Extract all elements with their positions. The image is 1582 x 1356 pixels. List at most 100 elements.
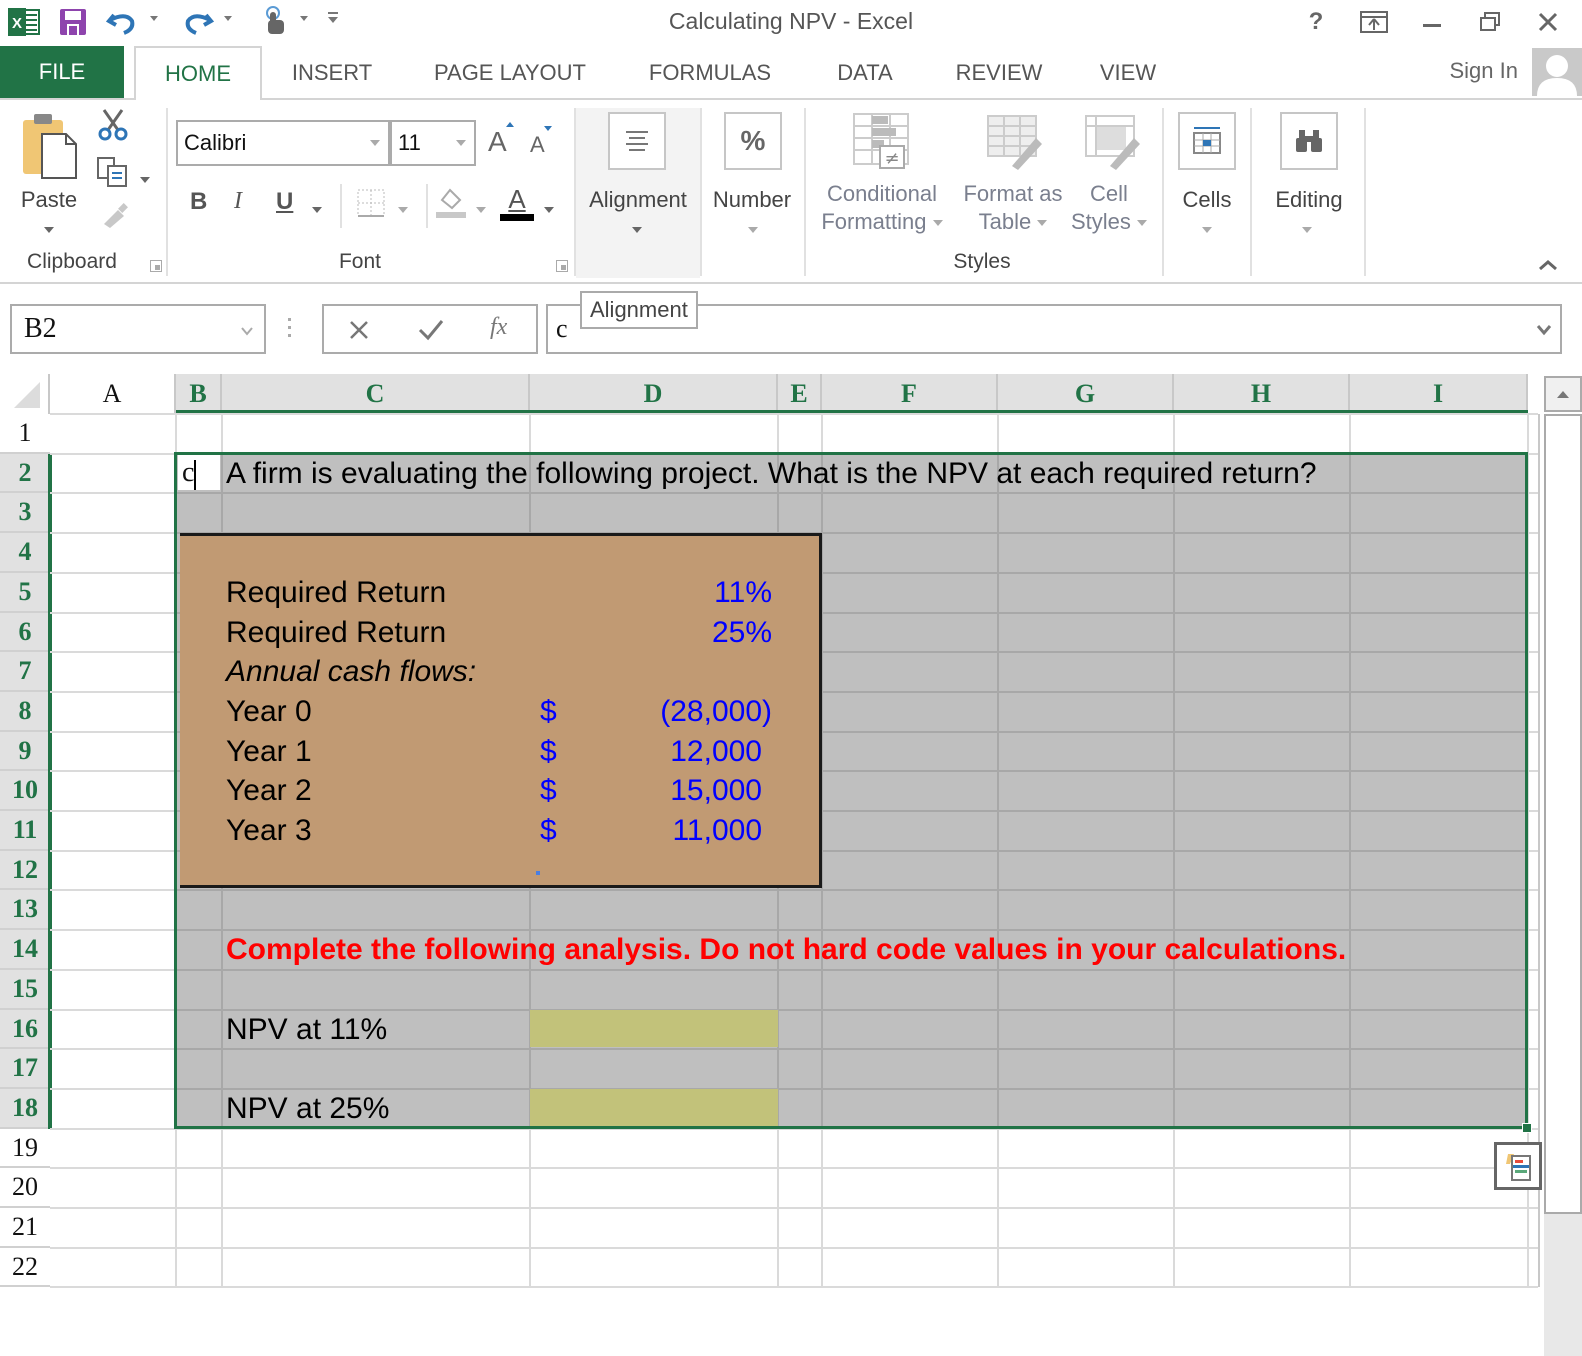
row-header-20[interactable]: 20 — [0, 1168, 50, 1208]
row-header-22[interactable]: 22 — [0, 1248, 50, 1287]
fill-handle[interactable] — [1522, 1123, 1532, 1133]
font-name-combo[interactable]: Calibri — [176, 120, 390, 166]
row-header-7[interactable]: 7 — [0, 652, 50, 692]
row-header-3[interactable]: 3 — [0, 493, 50, 533]
font-name-dropdown-icon[interactable] — [370, 140, 380, 146]
row-header-16[interactable]: 16 — [0, 1010, 50, 1049]
row-header-13[interactable]: 13 — [0, 890, 50, 930]
row-header-8[interactable]: 8 — [0, 692, 50, 732]
ribbon-display-options-button[interactable] — [1354, 6, 1394, 38]
conditional-formatting-button[interactable]: ≠ — [852, 112, 912, 172]
cells-dropdown-icon[interactable] — [1202, 220, 1212, 238]
confirm-entry-icon[interactable] — [418, 318, 444, 342]
alignment-label[interactable]: Alignment — [578, 186, 698, 214]
row-header-17[interactable]: 17 — [0, 1049, 50, 1089]
expand-formula-bar-icon[interactable] — [1536, 324, 1552, 336]
row-header-11[interactable]: 11 — [0, 811, 50, 851]
column-header-f[interactable]: F — [822, 374, 998, 414]
formula-input[interactable]: c — [546, 304, 1562, 354]
tab-insert[interactable]: INSERT — [272, 46, 392, 100]
row-header-18[interactable]: 18 — [0, 1089, 50, 1129]
font-color-button[interactable]: A — [500, 184, 534, 222]
help-button[interactable]: ? — [1296, 6, 1336, 38]
row-header-5[interactable]: 5 — [0, 573, 50, 613]
copy-button[interactable] — [96, 156, 130, 188]
sign-in-link[interactable]: Sign In — [1450, 58, 1519, 84]
fill-color-dropdown-icon[interactable] — [476, 200, 486, 218]
underline-button[interactable]: U — [276, 188, 293, 216]
row-header-19[interactable]: 19 — [0, 1129, 50, 1168]
column-header-b[interactable]: B — [176, 374, 222, 414]
name-box[interactable]: B2 — [10, 304, 266, 354]
alignment-dropdown-icon[interactable] — [632, 220, 642, 238]
avatar[interactable] — [1532, 48, 1582, 96]
paste-button[interactable] — [20, 110, 80, 180]
restore-button[interactable] — [1470, 6, 1510, 38]
tab-file[interactable]: FILE — [0, 46, 124, 98]
font-size-dropdown-icon[interactable] — [456, 140, 466, 146]
vertical-scrollbar-track[interactable] — [1544, 1214, 1582, 1356]
close-button[interactable] — [1528, 6, 1568, 38]
column-header-e[interactable]: E — [778, 374, 822, 414]
column-header-h[interactable]: H — [1174, 374, 1350, 414]
row-header-21[interactable]: 21 — [0, 1208, 50, 1248]
column-header-g[interactable]: G — [998, 374, 1174, 414]
row-header-9[interactable]: 9 — [0, 732, 50, 771]
cell-styles-button[interactable] — [1084, 114, 1142, 170]
formula-bar-resize-handle[interactable] — [288, 318, 292, 342]
cell-styles-label[interactable]: Cell Styles — [1064, 180, 1154, 236]
column-header-a[interactable]: A — [50, 374, 176, 414]
format-as-table-label[interactable]: Format as Table — [956, 180, 1070, 236]
borders-dropdown-icon[interactable] — [398, 200, 408, 218]
tab-data[interactable]: DATA — [818, 46, 912, 100]
cells-button[interactable] — [1178, 112, 1236, 170]
vertical-scrollbar-thumb[interactable] — [1544, 414, 1582, 1214]
italic-button[interactable]: I — [234, 188, 242, 215]
row-header-2[interactable]: 2 — [0, 454, 50, 493]
scroll-up-button[interactable] — [1544, 376, 1582, 412]
format-painter-button[interactable] — [100, 200, 130, 230]
row-header-12[interactable]: 12 — [0, 851, 50, 890]
increase-font-size-button[interactable]: A — [488, 122, 514, 158]
borders-button[interactable] — [356, 188, 386, 218]
font-color-dropdown-icon[interactable] — [544, 200, 554, 218]
bold-button[interactable]: B — [190, 188, 207, 216]
name-box-dropdown-icon[interactable] — [240, 326, 254, 336]
paste-dropdown-icon[interactable] — [44, 220, 54, 238]
font-launcher-icon[interactable] — [556, 260, 568, 272]
alignment-button[interactable] — [608, 112, 666, 170]
number-label[interactable]: Number — [704, 186, 800, 214]
minimize-button[interactable] — [1412, 6, 1452, 38]
fill-color-button[interactable] — [434, 184, 468, 220]
cells-label[interactable]: Cells — [1168, 186, 1246, 214]
number-dropdown-icon[interactable] — [748, 220, 758, 238]
quick-analysis-button[interactable] — [1494, 1142, 1542, 1190]
row-header-6[interactable]: 6 — [0, 613, 50, 652]
row-header-4[interactable]: 4 — [0, 533, 50, 573]
cancel-entry-icon[interactable] — [348, 319, 370, 341]
cut-button[interactable] — [96, 108, 130, 142]
decrease-font-size-button[interactable]: A — [530, 126, 552, 158]
editing-label[interactable]: Editing — [1262, 186, 1356, 214]
tab-view[interactable]: VIEW — [1084, 46, 1172, 100]
row-header-10[interactable]: 10 — [0, 771, 50, 811]
font-size-combo[interactable]: 11 — [390, 120, 476, 166]
column-header-i[interactable]: I — [1350, 374, 1528, 414]
tab-review[interactable]: REVIEW — [942, 46, 1056, 100]
underline-dropdown-icon[interactable] — [312, 200, 322, 218]
row-header-15[interactable]: 15 — [0, 970, 50, 1010]
number-button[interactable]: % — [724, 112, 782, 170]
column-header-d[interactable]: D — [530, 374, 778, 414]
select-all-button[interactable] — [0, 374, 50, 414]
collapse-ribbon-button[interactable] — [1538, 258, 1558, 276]
tab-home[interactable]: HOME — [134, 46, 262, 102]
clipboard-launcher-icon[interactable] — [150, 260, 162, 272]
conditional-formatting-label[interactable]: Conditional Formatting — [812, 180, 952, 236]
editing-dropdown-icon[interactable] — [1302, 220, 1312, 238]
tab-page-layout[interactable]: PAGE LAYOUT — [420, 46, 600, 100]
copy-dropdown-icon[interactable] — [140, 170, 150, 188]
insert-function-icon[interactable]: fx — [490, 314, 507, 341]
tab-formulas[interactable]: FORMULAS — [632, 46, 788, 100]
column-header-c[interactable]: C — [222, 374, 530, 414]
paste-label[interactable]: Paste — [14, 186, 84, 214]
